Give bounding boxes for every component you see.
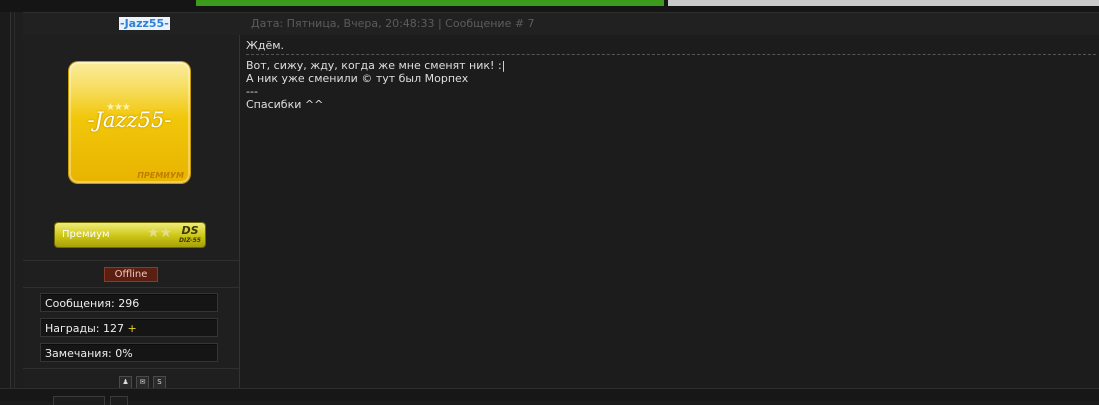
post-line: Спасибки ^^ xyxy=(246,98,324,111)
top-bar-gray xyxy=(668,0,1099,6)
post-footer xyxy=(0,388,1099,405)
username-link[interactable]: -Jazz55- xyxy=(119,17,170,30)
subject-divider xyxy=(246,54,1096,55)
awards-count: Награды: 127 + xyxy=(40,318,218,337)
rank-logo: DS DIZ-55 xyxy=(179,225,201,245)
top-strip xyxy=(0,0,1099,12)
footer-button[interactable] xyxy=(53,396,105,405)
add-award-button[interactable]: + xyxy=(128,322,137,335)
messages-count: Сообщения: 296 xyxy=(40,293,218,312)
post-line: А ник уже сменили © тут был Морпех xyxy=(246,72,469,85)
post-header: -Jazz55- Дата: Пятница, Вчера, 20:48:33 … xyxy=(23,12,1099,36)
avatar-name: -Jazz55- xyxy=(87,108,172,132)
post-line: Вот, сижу, жду, когда же мне сменят ник!… xyxy=(246,59,506,72)
post-line: --- xyxy=(246,85,258,98)
divider xyxy=(23,287,239,288)
post-body: Ждём. Вот, сижу, жду, когда же мне сменя… xyxy=(240,35,1099,388)
divider xyxy=(23,260,239,261)
warnings-count: Замечания: 0% xyxy=(40,343,218,362)
post-container: -Jazz55- Дата: Пятница, Вчера, 20:48:33 … xyxy=(10,12,1099,389)
rank-logo-small: DIZ-55 xyxy=(179,237,201,244)
rank-label: Премиум xyxy=(62,229,110,240)
avatar-tag: ПРЕМИУМ xyxy=(137,171,184,180)
awards-label: Награды: 127 xyxy=(45,322,125,335)
status-badge: Offline xyxy=(104,267,158,282)
rank-badge: Премиум ★★ DS DIZ-55 xyxy=(55,223,205,247)
container-edge xyxy=(14,12,15,388)
post-meta: Дата: Пятница, Вчера, 20:48:33 | Сообщен… xyxy=(251,17,535,30)
avatar[interactable]: ★★★ -Jazz55- ПРЕМИУМ xyxy=(69,62,190,183)
author-panel: ★★★ -Jazz55- ПРЕМИУМ Премиум ★★ DS DIZ-55… xyxy=(23,35,240,389)
footer-small-button[interactable] xyxy=(110,396,128,405)
divider xyxy=(23,368,239,369)
post-subject: Ждём. xyxy=(246,39,285,52)
rank-stars-icon: ★★ xyxy=(147,225,173,241)
top-bar-green xyxy=(196,0,664,6)
rank-logo-text: DS xyxy=(181,224,199,237)
